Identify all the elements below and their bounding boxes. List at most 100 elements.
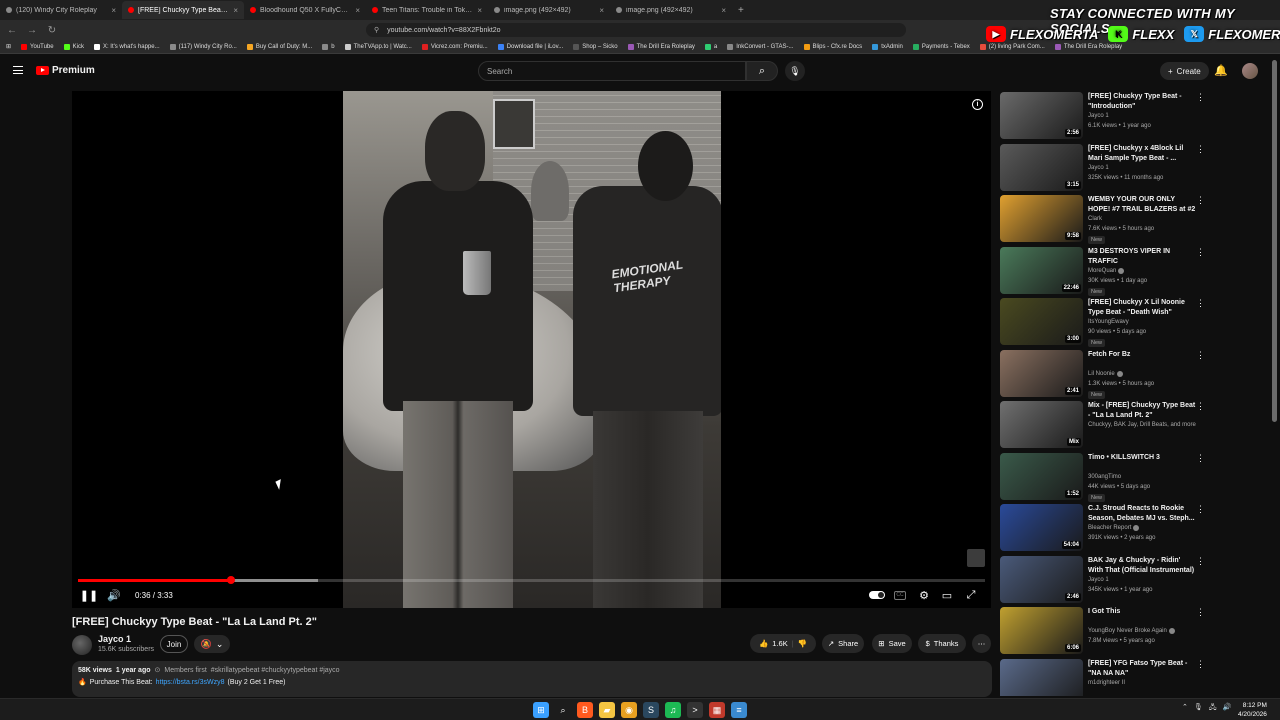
channel-avatar[interactable]: [72, 635, 92, 655]
browser-tab[interactable]: [FREE] Chuckyy Type Beat - "L ×: [122, 1, 244, 19]
bookmark-item[interactable]: TheTVApp.to | Watc...: [344, 43, 412, 50]
kebab-menu-icon[interactable]: ⋮: [1196, 298, 1205, 309]
page-scrollbar[interactable]: [1272, 60, 1277, 422]
kebab-menu-icon[interactable]: ⋮: [1196, 401, 1205, 412]
browser-tab[interactable]: Teen Titans: Trouble in Tokyo - Y ×: [366, 1, 488, 19]
browser-tab[interactable]: image.png (492×492) ×: [488, 1, 610, 19]
url-bar[interactable]: ⚲ youtube.com/watch?v=88X2Fbnkt2o: [366, 23, 906, 37]
bookmark-item[interactable]: (117) Windy City Ro...: [169, 43, 237, 50]
recommended-title[interactable]: Fetch For Bz: [1088, 350, 1196, 360]
bookmark-item[interactable]: X: It's what's happe...: [93, 43, 160, 50]
bookmark-item[interactable]: Blips - Cfx.re Docs: [803, 43, 862, 50]
miniplayer-icon[interactable]: ▭: [940, 586, 954, 604]
kebab-menu-icon[interactable]: ⋮: [1196, 607, 1205, 618]
chrome-icon[interactable]: ◉: [621, 702, 637, 718]
bookmark-item[interactable]: The Drill Era Roleplay: [1054, 43, 1122, 50]
recommended-title[interactable]: [FREE] Chuckyy X Lil Noonie Type Beat - …: [1088, 298, 1196, 318]
recommended-title[interactable]: [FREE] Chuckyy x 4Block Lil Mari Sample …: [1088, 144, 1196, 164]
recommended-channel[interactable]: Jayco 1: [1088, 113, 1109, 119]
recommended-video[interactable]: 2:56 [FREE] Chuckyy Type Beat - "Introduc…: [1000, 92, 1205, 140]
bookmark-item[interactable]: txAdmin: [872, 43, 903, 50]
recommended-title[interactable]: C.J. Stroud Reacts to Rookie Season, Deb…: [1088, 504, 1196, 524]
video-thumbnail[interactable]: 54:04: [1000, 504, 1083, 551]
browser-tab[interactable]: (120) Windy City Roleplay ×: [0, 1, 122, 19]
recommended-title[interactable]: BAK Jay & Chuckyy - Ridin' With That (Of…: [1088, 556, 1196, 576]
bookmark-item[interactable]: b: [322, 43, 335, 50]
subscribed-button[interactable]: 🔕 ⌄: [194, 635, 230, 653]
recommended-video[interactable]: 3:00 [FREE] Chuckyy X Lil Noonie Type Bea…: [1000, 298, 1205, 347]
channel-name[interactable]: Jayco 1: [98, 634, 131, 644]
account-avatar[interactable]: [1242, 63, 1258, 79]
recommended-channel[interactable]: ItsYoungEwavy: [1088, 319, 1129, 325]
video-thumbnail[interactable]: 9:58: [1000, 195, 1083, 242]
recommended-title[interactable]: I Got This: [1088, 607, 1196, 617]
recommended-title[interactable]: WEMBY YOUR OUR ONLY HOPE! #7 TRAIL BLAZE…: [1088, 195, 1196, 215]
network-icon[interactable]: 🖧: [1209, 703, 1217, 714]
join-button[interactable]: Join: [160, 635, 188, 653]
recommended-title[interactable]: [FREE] YFG Fatso Type Beat - "NA NA NA": [1088, 659, 1196, 679]
recommended-video[interactable]: 9:58 WEMBY YOUR OUR ONLY HOPE! #7 TRAIL B…: [1000, 195, 1205, 244]
recommended-channel[interactable]: MoreQuan: [1088, 267, 1125, 274]
recommended-video[interactable]: 2:41 Fetch For Bz Lil Noonie 1.3K views • 5…: [1000, 349, 1205, 399]
kebab-menu-icon[interactable]: ⋮: [1196, 659, 1205, 670]
channel-watermark[interactable]: [967, 549, 985, 567]
volume-icon[interactable]: 🔊: [106, 586, 122, 604]
recommended-channel[interactable]: 300angTimo: [1088, 474, 1121, 480]
recommended-video[interactable]: Mix Mix - [FREE] Chuckyy Type Beat - "La …: [1000, 401, 1205, 449]
settings-gear-icon[interactable]: ⚙: [917, 586, 931, 604]
notepad-icon[interactable]: ≡: [731, 702, 747, 718]
bookmark-item[interactable]: Buy Call of Duty: M...: [246, 43, 312, 50]
video-player[interactable]: EMOTIONAL THERAPY i ❚❚ 🔊 0:36 / 3:33 CC …: [72, 91, 991, 608]
apps-grid-icon[interactable]: ⊞: [6, 43, 11, 50]
recommended-channel[interactable]: Jayco 1: [1088, 577, 1109, 583]
video-description[interactable]: 58K views 1 year ago ⊙ Members first #sk…: [72, 661, 992, 697]
thanks-button[interactable]: $ Thanks: [918, 634, 966, 653]
folder-icon[interactable]: ▰: [599, 702, 615, 718]
kebab-menu-icon[interactable]: ⋮: [1196, 504, 1205, 515]
recommended-channel[interactable]: Chuckyy, BAK Jay, Drill Beats, and more: [1088, 422, 1196, 428]
close-icon[interactable]: ×: [477, 6, 482, 15]
recommended-title[interactable]: Timo • KILLSWITCH 3: [1088, 453, 1196, 463]
search-input[interactable]: Search: [478, 61, 746, 81]
bookmark-item[interactable]: Kick: [63, 43, 84, 50]
browser-tab[interactable]: Bloodhound Q50 X FullyChop Type B×: [244, 1, 366, 19]
recommended-title[interactable]: Mix - [FREE] Chuckyy Type Beat - "La La …: [1088, 401, 1196, 421]
kebab-menu-icon[interactable]: ⋮: [1196, 195, 1205, 206]
save-button[interactable]: ⊞ Save: [872, 634, 912, 653]
video-thumbnail[interactable]: 2:46: [1000, 555, 1083, 603]
new-tab-button[interactable]: +: [732, 5, 750, 16]
video-thumbnail[interactable]: 1:52: [1000, 452, 1083, 500]
search-icon[interactable]: ⌕: [555, 702, 571, 718]
more-actions-button[interactable]: ⋯: [972, 634, 991, 653]
dislike-button[interactable]: 👎: [798, 639, 807, 648]
video-thumbnail[interactable]: 6:06: [1000, 607, 1083, 654]
video-thumbnail[interactable]: 3:15: [1000, 143, 1083, 191]
search-button[interactable]: ⌕: [746, 61, 778, 81]
autoplay-toggle[interactable]: [867, 586, 887, 604]
recommended-video[interactable]: 6:06 I Got This YoungBoy Never Broke Again…: [1000, 607, 1205, 655]
menu-icon[interactable]: [13, 66, 23, 74]
browser-tab[interactable]: image.png (492×492) ×: [610, 1, 732, 19]
pause-icon[interactable]: ❚❚: [80, 586, 98, 604]
kebab-menu-icon[interactable]: ⋮: [1196, 247, 1205, 258]
bookmark-item[interactable]: YouTube: [21, 43, 54, 50]
close-icon[interactable]: ×: [111, 6, 116, 15]
kebab-menu-icon[interactable]: ⋮: [1196, 144, 1205, 155]
close-icon[interactable]: ×: [355, 6, 360, 15]
scrubber-handle[interactable]: [227, 576, 236, 584]
mic-icon[interactable]: 🎙: [1194, 703, 1203, 714]
back-icon[interactable]: ←: [6, 25, 18, 36]
progress-bar[interactable]: [78, 576, 985, 584]
recommended-video[interactable]: 22:46 M3 DESTROYS VIPER IN TRAFFIC MoreQua…: [1000, 246, 1205, 296]
video-thumbnail[interactable]: Mix: [1000, 401, 1083, 448]
system-clock[interactable]: 8:12 PM 4/20/2026: [1238, 701, 1267, 719]
bookmark-item[interactable]: (2) living Park Com...: [979, 43, 1045, 50]
purchase-link[interactable]: https://bsta.rs/3sWzy8: [156, 679, 225, 686]
recommended-title[interactable]: M3 DESTROYS VIPER IN TRAFFIC: [1088, 247, 1196, 267]
kebab-menu-icon[interactable]: ⋮: [1196, 92, 1205, 103]
app-icon[interactable]: ▦: [709, 702, 725, 718]
bookmark-item[interactable]: Payments - Tebex: [912, 43, 970, 50]
create-button[interactable]: + Create: [1160, 62, 1209, 80]
recommended-video[interactable]: 3:15 [FREE] Chuckyy x 4Block Lil Mari Sam…: [1000, 143, 1205, 192]
recommended-video[interactable]: 54:04 C.J. Stroud Reacts to Rookie Season…: [1000, 504, 1205, 552]
